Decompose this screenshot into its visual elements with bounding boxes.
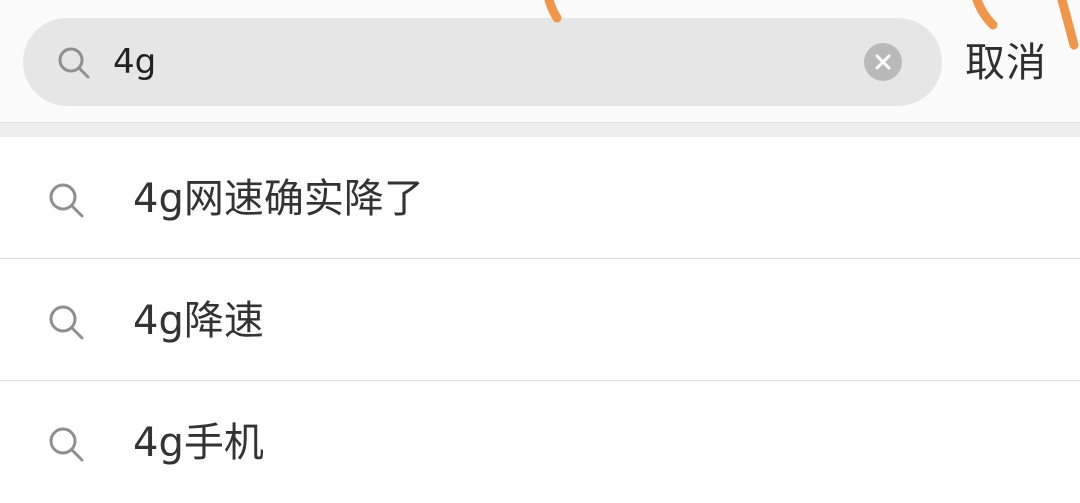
suggestion-text: 4g网速确实降了 (133, 176, 424, 222)
suggestion-text: 4g手机 (133, 420, 264, 466)
clear-icon (875, 54, 891, 70)
clear-button[interactable] (864, 43, 902, 81)
search-icon (58, 47, 90, 79)
suggestion-item[interactable]: 4g网速确实降了 (0, 137, 1080, 259)
search-icon (49, 427, 84, 462)
suggestion-item[interactable]: 4g手机 (0, 381, 1080, 503)
search-input[interactable] (113, 32, 863, 92)
search-icon (49, 305, 84, 340)
cancel-button[interactable]: 取消 (965, 38, 1047, 88)
section-divider (0, 122, 1080, 137)
suggestion-item[interactable]: 4g降速 (0, 259, 1080, 381)
search-field[interactable] (23, 18, 942, 106)
suggestion-list: 4g网速确实降了 4g降速 4g手机 (0, 137, 1080, 503)
search-bar: 取消 (0, 0, 1080, 122)
search-icon (49, 183, 84, 218)
suggestion-text: 4g降速 (133, 298, 264, 344)
